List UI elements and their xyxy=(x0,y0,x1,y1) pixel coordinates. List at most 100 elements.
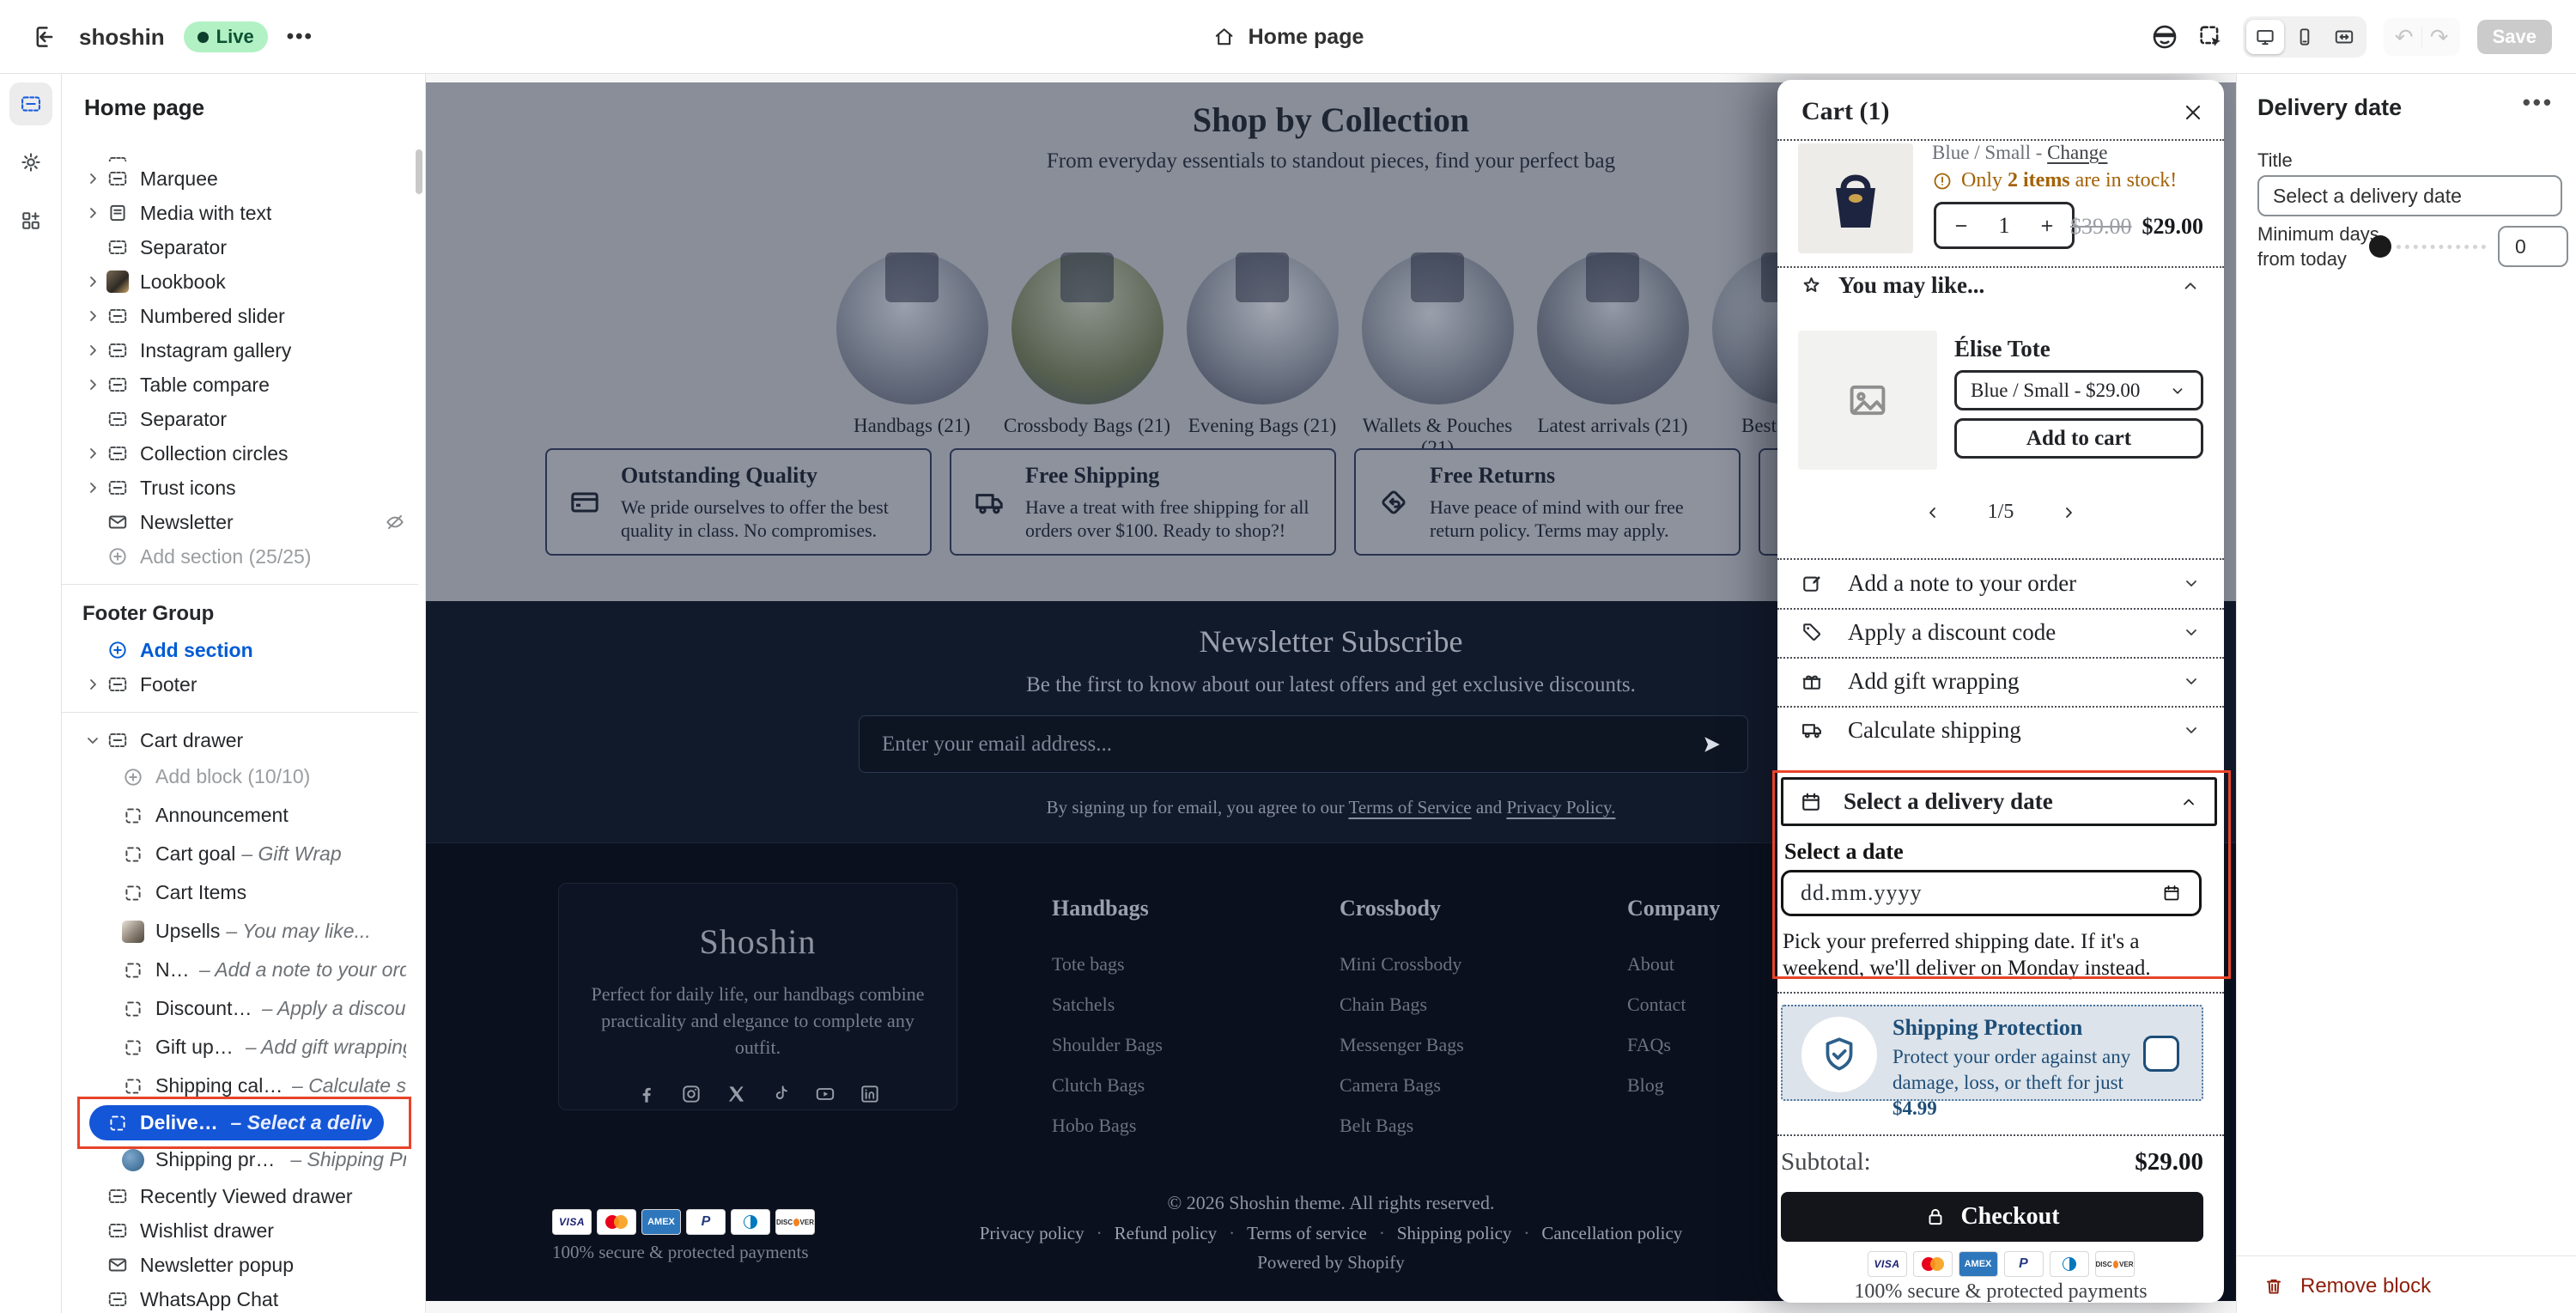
sidebar-item[interactable]: Footer xyxy=(62,667,418,702)
sections-tab[interactable] xyxy=(9,82,52,125)
checkout-button[interactable]: Checkout xyxy=(1781,1192,2203,1242)
collection-image[interactable] xyxy=(1362,252,1514,404)
sidebar-item[interactable]: Newsletter xyxy=(62,505,418,539)
sidebar-item[interactable]: Note – Add a note to your order xyxy=(62,951,418,989)
chev-r-icon[interactable] xyxy=(82,477,103,498)
footer-link[interactable]: Camera Bags xyxy=(1340,1065,1597,1105)
sidebar-item[interactable]: Collection circles xyxy=(62,436,418,471)
sidebar-item[interactable]: Delivery date – Select a delivery d... xyxy=(89,1105,384,1140)
sidebar-item[interactable]: Table compare xyxy=(62,368,418,402)
cart-accordion-row[interactable]: Add a note to your order xyxy=(1800,562,2202,604)
next-page-icon[interactable] xyxy=(2058,502,2079,523)
chev-r-icon[interactable] xyxy=(82,340,103,361)
tiktok-icon[interactable] xyxy=(769,1083,792,1105)
facebook-icon[interactable] xyxy=(635,1083,658,1105)
shipping-protection-checkbox[interactable] xyxy=(2143,1036,2179,1072)
sidebar-item[interactable]: Trust icons xyxy=(62,471,418,505)
collection-image[interactable] xyxy=(1187,252,1339,404)
live-badge[interactable]: Live xyxy=(184,21,268,52)
delivery-date-accordion-header[interactable]: Select a delivery date xyxy=(1781,777,2217,826)
footer-policy-link[interactable]: Cancellation policy xyxy=(1523,1223,1682,1244)
footer-link[interactable]: Satchels xyxy=(1052,984,1309,1024)
sidebar-item[interactable] xyxy=(62,712,418,713)
sidebar-item[interactable]: Gift upsell – Add gift wrapping xyxy=(62,1028,418,1067)
sidebar-item[interactable]: Cart Items xyxy=(62,873,418,912)
sidebar-item[interactable]: Shipping protection – Shipping Prot... xyxy=(62,1140,418,1179)
sidebar-item[interactable]: Recently Viewed drawer xyxy=(62,1179,418,1213)
prev-page-icon[interactable] xyxy=(1923,502,1943,523)
sidebar-item[interactable]: Shipping calculator – Calculate shi... xyxy=(62,1067,418,1105)
footer-link[interactable]: Tote bags xyxy=(1052,944,1309,984)
sidebar-item[interactable]: Marquee xyxy=(62,161,418,196)
sidebar-item[interactable]: Add section xyxy=(62,633,418,667)
x-icon[interactable] xyxy=(725,1083,747,1105)
upsell-accordion-header[interactable]: You may like... xyxy=(1800,272,2202,299)
chev-r-icon[interactable] xyxy=(82,674,103,695)
select-element-icon[interactable] xyxy=(2196,22,2226,52)
chev-r-icon[interactable] xyxy=(82,168,103,189)
theme-actions-menu[interactable]: ••• xyxy=(287,25,313,49)
title-field-input[interactable]: Select a delivery date xyxy=(2257,175,2562,216)
sidebar-item[interactable] xyxy=(62,584,418,585)
mobile-view-button[interactable] xyxy=(2286,20,2324,54)
instagram-icon[interactable] xyxy=(680,1083,702,1105)
minus-icon[interactable] xyxy=(1952,216,1971,235)
sidebar-item[interactable]: Newsletter popup xyxy=(62,1248,418,1282)
theme-settings-tab[interactable] xyxy=(9,141,52,184)
sidebar-item[interactable]: Discount form – Apply a discount c xyxy=(62,989,418,1028)
linkedin-icon[interactable] xyxy=(859,1083,881,1105)
upsell-add-to-cart-button[interactable]: Add to cart xyxy=(1954,418,2203,459)
sidebar-item[interactable]: Separator xyxy=(62,230,418,264)
collection-circle-item[interactable]: Latest arrivals (21) xyxy=(1525,191,1700,459)
remove-block-button[interactable]: Remove block xyxy=(2263,1274,2431,1298)
terms-of-service-link[interactable]: Terms of Service xyxy=(1348,797,1471,818)
exit-editor-icon[interactable] xyxy=(31,22,60,52)
footer-policy-link[interactable]: Privacy policy xyxy=(980,1223,1084,1244)
newsletter-email-input[interactable]: Enter your email address... xyxy=(859,715,1748,773)
chev-r-icon[interactable] xyxy=(82,374,103,395)
footer-policy-link[interactable]: Terms of service xyxy=(1229,1223,1367,1244)
cart-accordion-row[interactable]: Calculate shipping xyxy=(1800,709,2202,751)
eye-off-icon[interactable] xyxy=(384,511,406,533)
footer-link[interactable]: Belt Bags xyxy=(1340,1105,1597,1146)
sidebar-item[interactable]: Media with text xyxy=(62,196,418,230)
collection-circle-item[interactable]: Handbags (21) xyxy=(824,191,999,459)
min-days-slider-track[interactable] xyxy=(2397,245,2486,249)
change-variant-link[interactable]: Change xyxy=(2047,142,2107,163)
sidebar-item[interactable]: Instagram gallery xyxy=(62,333,418,368)
collection-image[interactable] xyxy=(836,252,988,404)
sidebar-item[interactable]: Cart drawer xyxy=(62,723,418,757)
upsell-variant-select[interactable]: Blue / Small - $29.00 xyxy=(1954,370,2203,410)
footer-link[interactable]: Shoulder Bags xyxy=(1052,1024,1309,1065)
sidebar-item[interactable]: Upsells – You may like... xyxy=(62,912,418,951)
collection-circle-item[interactable]: Wallets & Pouches (21) xyxy=(1350,191,1525,459)
app-embeds-tab[interactable] xyxy=(9,199,52,242)
collection-image[interactable] xyxy=(1012,252,1163,404)
sidebar-item[interactable]: Lookbook xyxy=(62,264,418,299)
sidebar-item[interactable]: Separator xyxy=(62,402,418,436)
cart-accordion-row[interactable]: Apply a discount code xyxy=(1800,611,2202,653)
chev-d-icon[interactable] xyxy=(82,730,103,751)
sidebar-item[interactable]: Wishlist drawer xyxy=(62,1213,418,1248)
newsletter-submit-icon[interactable] xyxy=(1699,732,1725,757)
chev-r-icon[interactable] xyxy=(82,306,103,326)
footer-link[interactable]: Mini Crossbody xyxy=(1340,944,1597,984)
footer-policy-link[interactable]: Shipping policy xyxy=(1379,1223,1512,1244)
chev-r-icon[interactable] xyxy=(82,271,103,292)
undo-button[interactable]: ↶ xyxy=(2387,21,2421,52)
cart-close-icon[interactable] xyxy=(2181,100,2205,125)
sidebar-item[interactable]: Add section (25/25) xyxy=(62,539,418,574)
collection-circle-item[interactable]: Evening Bags (21) xyxy=(1175,191,1350,459)
footer-policy-link[interactable]: Refund policy xyxy=(1097,1223,1218,1244)
sidebar-item[interactable]: Cart goal – Gift Wrap xyxy=(62,835,418,873)
cart-accordion-row[interactable]: Add gift wrapping xyxy=(1800,660,2202,702)
sidebar-item[interactable]: Add block (10/10) xyxy=(62,757,418,796)
desktop-view-button[interactable] xyxy=(2246,20,2284,54)
sidebar-item[interactable]: Announcement xyxy=(62,796,418,835)
save-button[interactable]: Save xyxy=(2477,20,2552,54)
sidebar-item[interactable] xyxy=(62,148,418,161)
redo-button[interactable]: ↷ xyxy=(2422,21,2457,52)
privacy-policy-link[interactable]: Privacy Policy. xyxy=(1506,797,1615,818)
panel-menu[interactable]: ••• xyxy=(2523,89,2554,116)
delivery-date-input[interactable]: dd.mm.yyyy xyxy=(1781,870,2202,916)
